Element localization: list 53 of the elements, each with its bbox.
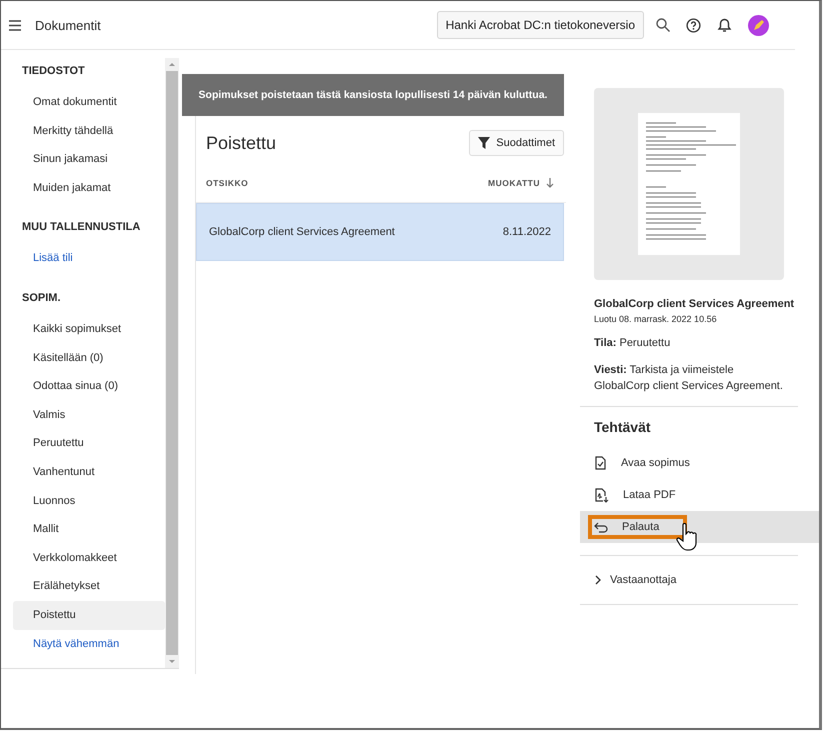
sidebar-item[interactable]: Odottaa sinua (0) xyxy=(13,372,165,401)
sidebar-heading: SOPIM. xyxy=(21,290,62,306)
column-header[interactable]: OTSIKKO xyxy=(206,178,248,188)
sidebar-item[interactable]: Käsitellään (0) xyxy=(13,344,165,372)
agreement-row[interactable]: GlobalCorp client Services Agreement 8.11.2022 xyxy=(196,203,564,261)
sidebar-link[interactable]: Näytä vähemmän xyxy=(13,630,165,658)
detail-field: Tila: Peruutettu xyxy=(580,324,798,351)
get-desktop-app-button[interactable]: Hanki Acrobat DC:n tietokoneversio xyxy=(436,11,644,39)
sidebar-item[interactable]: Omat dokumentit xyxy=(13,88,165,117)
open-task[interactable]: Avaa sopimus xyxy=(580,447,798,479)
sidebar-item[interactable]: Vanhentunut xyxy=(13,458,165,487)
sidebar-item[interactable]: Peruutettu xyxy=(13,429,165,458)
sidebar-item[interactable]: Kaikki sopimukset xyxy=(13,314,165,344)
column-header[interactable]: MUOKATTU xyxy=(488,178,540,188)
chevron-icon xyxy=(594,575,602,585)
sidebar-item[interactable]: Valmis xyxy=(13,400,165,430)
hand-cursor-icon xyxy=(676,523,698,551)
sidebar-item[interactable]: Verkkolomakkeet xyxy=(13,544,165,572)
agreement-name: GlobalCorp client Services Agreement xyxy=(593,297,796,310)
scroll-up-icon[interactable] xyxy=(168,61,176,67)
scroll-down-icon[interactable] xyxy=(168,659,176,665)
scrollbar[interactable] xyxy=(165,58,179,668)
sidebar-item[interactable]: Mallit xyxy=(13,515,165,544)
avatar-icon[interactable] xyxy=(748,14,769,36)
sidebar-item[interactable]: Muiden jakamat xyxy=(13,174,165,202)
undo-arrow-icon xyxy=(594,522,608,532)
sidebar-item[interactable]: Luonnos xyxy=(13,486,165,516)
filters-button[interactable]: Suodattimet xyxy=(469,130,564,156)
sidebar-heading: TIEDOSTOT xyxy=(21,64,86,79)
table-cell: 8.11.2022 xyxy=(502,226,551,238)
help-icon[interactable] xyxy=(686,18,701,32)
sidebar-item[interactable]: Merkitty tähdellä xyxy=(13,116,165,146)
sidebar-item[interactable]: Erälähetykset xyxy=(13,572,165,601)
sidebar-item[interactable]: Sinun jakamasi xyxy=(13,145,165,174)
page-title: Dokumentit xyxy=(35,18,101,32)
sidebar-link[interactable]: Lisää tili xyxy=(13,244,165,273)
sidebar-heading: MUU TALLENNUSTILA xyxy=(21,220,142,236)
download-task[interactable]: Lataa PDF xyxy=(580,479,798,511)
search-icon[interactable] xyxy=(656,18,670,32)
table-cell: GlobalCorp client Services Agreement xyxy=(209,226,395,238)
deletion-notice-banner: Sopimukset poistetaan tästä kansiosta lopullisesti 14 päivän kuluttua. xyxy=(182,74,564,116)
detail-field: Viesti: Tarkista ja viimeistele GlobalCorp client Services Agreement. xyxy=(580,351,798,394)
folder-title: Poistettu xyxy=(206,132,276,154)
filter-icon xyxy=(478,137,490,149)
menu-icon[interactable] xyxy=(9,20,21,30)
document-check-icon xyxy=(594,456,607,470)
recipients-expander[interactable]: Vastaanottaja xyxy=(580,556,798,592)
sidebar-item[interactable]: Poistettu xyxy=(13,600,165,630)
notification-bell-icon[interactable] xyxy=(717,17,732,33)
pdf-download-icon xyxy=(594,488,609,502)
tasks-heading: Tehtävät xyxy=(593,418,652,437)
sort-descending-icon[interactable] xyxy=(546,178,554,188)
created-date: Luotu 08. marrask. 2022 10.56 xyxy=(593,313,718,324)
